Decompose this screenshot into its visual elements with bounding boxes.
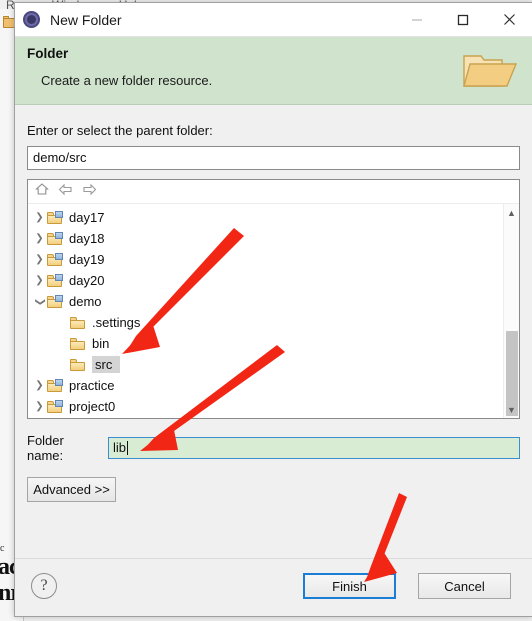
chevron-right-icon[interactable]: ❯ xyxy=(32,401,47,412)
project-folder-icon xyxy=(47,399,64,414)
parent-folder-label: Enter or select the parent folder: xyxy=(27,123,213,138)
tree-item-day19[interactable]: ❯ day19 xyxy=(28,249,519,270)
forward-arrow-icon[interactable] xyxy=(82,183,97,201)
scroll-down-arrow[interactable]: ▼ xyxy=(504,401,519,418)
tree-item-label: demo xyxy=(69,294,102,309)
tree-item-label: practice xyxy=(69,378,115,393)
project-folder-icon xyxy=(47,294,64,309)
tree-item-label: day20 xyxy=(69,273,105,288)
tree-item-src[interactable]: src xyxy=(28,354,519,375)
project-folder-icon xyxy=(47,231,64,246)
project-folder-icon xyxy=(47,252,64,267)
tree-item-remotesystemstempfiles[interactable]: RemoteSystemsTempFiles xyxy=(28,417,519,418)
tree-item-demo[interactable]: ❯ demo xyxy=(28,291,519,312)
folder-name-label: Folder name: xyxy=(27,433,64,463)
open-folder-icon xyxy=(462,48,518,92)
new-folder-dialog: New Folder Folder Create a new folder re… xyxy=(14,2,532,617)
chevron-right-icon[interactable]: ❯ xyxy=(32,380,47,391)
minimize-icon[interactable] xyxy=(394,3,440,36)
dialog-header-banner: Folder Create a new folder resource. xyxy=(15,37,532,105)
banner-subtitle: Create a new folder resource. xyxy=(41,73,213,88)
folder-icon xyxy=(70,316,87,330)
tree-toolbar xyxy=(28,180,519,204)
home-icon[interactable] xyxy=(35,182,49,201)
chevron-right-icon[interactable]: ❯ xyxy=(32,212,47,223)
maximize-icon[interactable] xyxy=(440,3,486,36)
tree-item-bin[interactable]: bin xyxy=(28,333,519,354)
dialog-titlebar[interactable]: New Folder xyxy=(15,3,532,37)
help-icon[interactable]: ? xyxy=(31,573,57,599)
tree-item-day20[interactable]: ❯ day20 xyxy=(28,270,519,291)
tree-item-practice[interactable]: ❯ practice xyxy=(28,375,519,396)
chevron-right-icon[interactable]: ❯ xyxy=(32,233,47,244)
tree-item-list: ❯ day17 ❯ day18 ❯ day19 ❯ day20 ❯ demo .settings bi… xyxy=(28,204,519,418)
tree-item-project0[interactable]: ❯ project0 xyxy=(28,396,519,417)
cancel-button[interactable]: Cancel xyxy=(418,573,511,599)
chevron-down-icon[interactable]: ❯ xyxy=(35,294,46,309)
project-folder-icon xyxy=(47,273,64,288)
tree-item-label: src xyxy=(92,356,121,373)
folder-name-value: lib xyxy=(113,440,127,455)
tree-item-label: day19 xyxy=(69,252,105,267)
finish-button[interactable]: Finish xyxy=(303,573,396,599)
chevron-right-icon[interactable]: ❯ xyxy=(32,275,47,286)
folder-icon xyxy=(70,337,87,351)
folder-name-row: Folder name: lib xyxy=(27,433,520,463)
dialog-footer: ? Finish Cancel xyxy=(15,558,532,616)
project-folder-icon xyxy=(47,210,64,225)
parent-folder-input[interactable]: demo/src xyxy=(27,146,520,170)
tree-item-day17[interactable]: ❯ day17 xyxy=(28,207,519,228)
tree-item-label: day18 xyxy=(69,231,105,246)
back-arrow-icon[interactable] xyxy=(58,183,73,201)
banner-title: Folder xyxy=(27,46,69,61)
folder-icon xyxy=(70,358,87,372)
project-folder-icon xyxy=(47,378,64,393)
chevron-right-icon[interactable]: ❯ xyxy=(32,254,47,265)
dialog-title: New Folder xyxy=(50,11,122,28)
close-icon[interactable] xyxy=(486,3,532,36)
folder-tree[interactable]: ❯ day17 ❯ day18 ❯ day19 ❯ day20 ❯ demo .settings bi… xyxy=(27,179,520,419)
tree-item-settings[interactable]: .settings xyxy=(28,312,519,333)
text-caret xyxy=(127,441,129,455)
scrollbar-track[interactable] xyxy=(504,221,519,416)
tree-item-label: day17 xyxy=(69,210,105,225)
tree-item-label: bin xyxy=(92,336,110,351)
scroll-up-arrow[interactable]: ▲ xyxy=(504,204,519,221)
tree-item-label: .settings xyxy=(92,315,141,330)
background-text-fragment-1: c xyxy=(0,543,5,554)
dialog-body: Enter or select the parent folder: demo/… xyxy=(15,105,532,558)
eclipse-icon xyxy=(23,11,40,28)
advanced-button[interactable]: Advanced >> xyxy=(27,477,116,502)
tree-scrollbar[interactable]: ▲ ▼ xyxy=(503,204,519,418)
tree-item-day18[interactable]: ❯ day18 xyxy=(28,228,519,249)
folder-name-input[interactable]: lib xyxy=(108,437,520,459)
tree-item-label: project0 xyxy=(69,399,116,414)
